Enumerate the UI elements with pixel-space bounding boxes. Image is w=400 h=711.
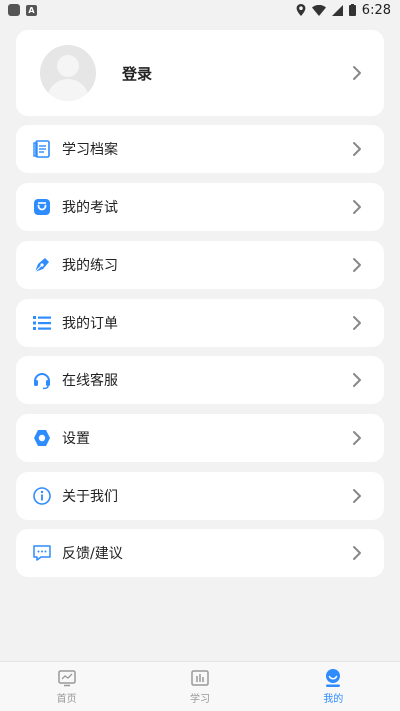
a-badge-icon: A <box>26 4 37 16</box>
tab-home[interactable]: 首页 <box>0 662 133 711</box>
menu-item-label: 在线客服 <box>62 373 118 389</box>
wifi-icon <box>311 4 326 16</box>
tab-study[interactable]: 学习 <box>133 662 266 711</box>
chevron-right-icon <box>353 373 361 387</box>
tab-label: 我的 <box>323 694 344 705</box>
bottom-tab-bar: 首页 学习 我的 <box>0 661 400 711</box>
menu-item-label: 关于我们 <box>62 489 118 505</box>
notification-icon <box>8 4 20 16</box>
study-icon <box>191 670 209 686</box>
home-icon <box>57 670 76 687</box>
chevron-right-icon <box>353 66 361 80</box>
menu-item-about-us[interactable]: 关于我们 <box>16 472 384 520</box>
chevron-right-icon <box>353 258 361 272</box>
menu-item-label: 我的考试 <box>62 200 118 216</box>
chevron-right-icon <box>353 316 361 330</box>
menu-item-settings[interactable]: 设置 <box>16 414 384 462</box>
signal-icon <box>331 4 343 16</box>
menu-item-online-service[interactable]: 在线客服 <box>16 356 384 404</box>
battery-icon <box>348 4 356 16</box>
login-label[interactable]: 登录 <box>122 63 152 84</box>
menu-item-learning-archive[interactable]: 学习档案 <box>16 125 384 173</box>
chevron-right-icon <box>353 546 361 560</box>
menu-item-label: 反馈/建议 <box>62 546 123 562</box>
tab-profile[interactable]: 我的 <box>267 662 400 711</box>
profile-icon <box>326 669 341 687</box>
list-icon <box>32 313 52 333</box>
chevron-right-icon <box>353 431 361 445</box>
document-icon <box>32 139 52 159</box>
status-bar: A 6:28 <box>0 0 400 20</box>
feedback-icon <box>32 543 52 563</box>
pen-icon <box>32 255 52 275</box>
headset-icon <box>32 370 52 390</box>
menu-item-my-practice[interactable]: 我的练习 <box>16 241 384 289</box>
status-time: 6:28 <box>361 2 391 18</box>
chevron-right-icon <box>353 489 361 503</box>
profile-card[interactable]: 登录 <box>16 30 384 116</box>
settings-icon <box>32 428 52 448</box>
tab-label: 首页 <box>56 694 77 705</box>
chevron-right-icon <box>353 142 361 156</box>
menu-item-feedback[interactable]: 反馈/建议 <box>16 529 384 577</box>
menu-item-label: 我的订单 <box>62 316 118 332</box>
location-icon <box>296 4 306 16</box>
menu-item-label: 设置 <box>62 431 90 447</box>
menu-item-my-orders[interactable]: 我的订单 <box>16 299 384 347</box>
menu-item-label: 我的练习 <box>62 258 118 274</box>
info-icon <box>32 486 52 506</box>
menu-item-label: 学习档案 <box>62 142 118 158</box>
chevron-right-icon <box>353 200 361 214</box>
exam-icon <box>32 197 52 217</box>
tab-label: 学习 <box>189 694 210 705</box>
avatar[interactable] <box>40 45 96 101</box>
menu-item-my-exams[interactable]: 我的考试 <box>16 183 384 231</box>
